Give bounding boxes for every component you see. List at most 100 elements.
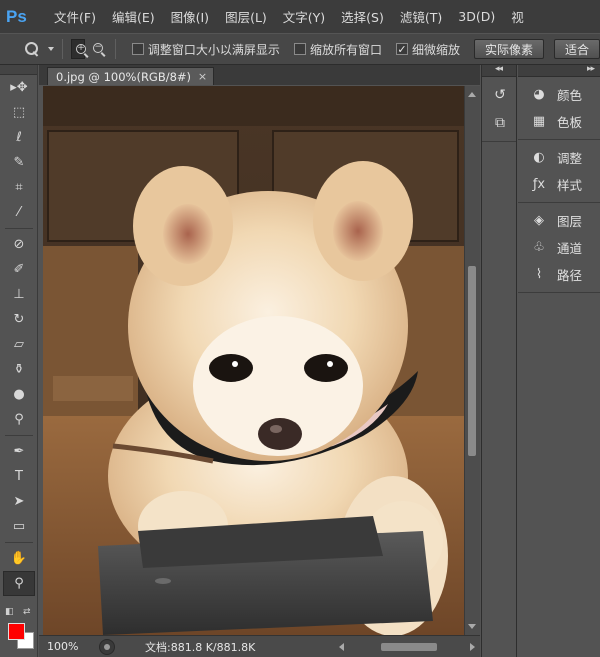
zoom-in-button[interactable]: + (71, 39, 89, 59)
blur-tool-button[interactable]: ● (0, 382, 38, 407)
scroll-left-arrow-icon[interactable] (339, 643, 344, 651)
checkbox-box[interactable] (131, 43, 144, 55)
paint-bucket-tool-button[interactable]: ⚱ (0, 357, 38, 382)
color-swatches: ◧ ⇄ (5, 605, 37, 651)
crop-tool-button[interactable]: ⌗ (0, 175, 38, 200)
scroll-down-arrow-icon[interactable] (468, 624, 476, 629)
hand-tool-icon: ✋ (10, 551, 28, 566)
menu-file[interactable]: 文件(F) (46, 7, 104, 26)
rectangle-tool-button[interactable]: ▭ (0, 514, 38, 539)
panel-label-swatches: 色板 (557, 115, 583, 130)
lasso-tool-icon: ℓ (16, 130, 22, 145)
eraser-tool-button[interactable]: ▱ (0, 332, 38, 357)
paint-bucket-tool-icon: ⚱ (13, 362, 25, 377)
dock-icon-group: ↺ ⧉ (482, 77, 516, 142)
quick-selection-tool-button[interactable]: ✎ (0, 150, 38, 175)
panel-group: ◈ 图层 ♧ 通道 ⌇ 路径 (518, 203, 600, 293)
panel-button-swatches[interactable]: ▦ 色板 (518, 108, 600, 135)
vertical-scrollbar[interactable] (464, 86, 480, 635)
healing-brush-tool-button[interactable]: ⊘ (0, 232, 38, 257)
dock-header[interactable]: ◂◂ (482, 64, 516, 77)
clone-stamp-tool-button[interactable]: ⊥ (0, 282, 38, 307)
type-tool-icon: T (15, 469, 23, 484)
tool-divider (5, 542, 33, 543)
fit-screen-button[interactable]: 适合 (553, 39, 600, 59)
zoom-in-icon-handle (83, 53, 89, 58)
move-tool-icon: ▸✥ (10, 80, 28, 95)
panel-button-styles[interactable]: ƒx 样式 (518, 171, 600, 198)
hand-tool-button[interactable]: ✋ (0, 546, 38, 571)
menu-filter[interactable]: 滤镜(T) (392, 7, 450, 26)
zoom-level-field[interactable]: 100% (47, 639, 95, 655)
adjustments-icon: ◐ (533, 150, 545, 165)
zoom-tool-button[interactable]: ⚲ (3, 571, 35, 596)
close-icon[interactable]: × (198, 70, 207, 83)
default-colors-icon[interactable]: ◧ (5, 607, 14, 617)
menu-image[interactable]: 图像(I) (163, 7, 217, 26)
checkbox-box-checked[interactable]: ✓ (395, 43, 408, 55)
type-tool-button[interactable]: T (0, 464, 38, 489)
path-selection-tool-icon: ➤ (13, 494, 25, 509)
history-brush-tool-icon: ↻ (13, 312, 25, 327)
panel-label-channels: 通道 (557, 241, 583, 256)
menu-3d[interactable]: 3D(D) (450, 9, 503, 24)
eyedropper-tool-button[interactable]: ⁄ (0, 200, 38, 225)
swap-colors-icon[interactable]: ⇄ (23, 607, 31, 617)
panel-group: ◕ 颜色 ▦ 色板 (518, 77, 600, 140)
lasso-tool-button[interactable]: ℓ (0, 125, 38, 150)
photoshop-logo: Ps (6, 6, 27, 26)
panel-groups: ◕ 颜色 ▦ 色板 ◐ 调整 ƒx 样式 ◈ 图层 ♧ 通道 ⌇ 路径 (518, 77, 600, 293)
foreground-color[interactable] (8, 623, 25, 640)
menu-type[interactable]: 文字(Y) (275, 7, 333, 26)
panel-label-paths: 路径 (557, 268, 583, 283)
tools-panel-header[interactable] (0, 65, 37, 75)
panel-button-layers[interactable]: ◈ 图层 (518, 207, 600, 234)
document-tab[interactable]: 0.jpg @ 100%(RGB/8#) × (47, 67, 215, 85)
paths-icon: ⌇ (535, 267, 543, 282)
panel-button-channels[interactable]: ♧ 通道 (518, 234, 600, 261)
eyedropper-tool-icon: ⁄ (17, 205, 21, 220)
panel-button-adjustments[interactable]: ◐ 调整 (518, 144, 600, 171)
swatches-icon: ▦ (532, 114, 546, 129)
panel-label-adjustments: 调整 (557, 151, 583, 166)
menu-view[interactable]: 视 (503, 7, 532, 26)
document-canvas[interactable] (43, 86, 464, 635)
vertical-scroll-thumb[interactable] (468, 266, 476, 456)
dodge-tool-button[interactable]: ⚲ (0, 407, 38, 432)
panel-button-paths[interactable]: ⌇ 路径 (518, 261, 600, 288)
collapse-arrows-icon[interactable]: ◂◂ (495, 64, 503, 74)
resize-windows-checkbox[interactable]: 调整窗口大小以满屏显示 (131, 41, 280, 58)
channels-icon: ♧ (533, 240, 545, 255)
marquee-tool-icon: ⬚ (12, 105, 26, 120)
tool-preset-picker[interactable] (24, 41, 54, 57)
path-selection-tool-button[interactable]: ➤ (0, 489, 38, 514)
panel-button-color[interactable]: ◕ 颜色 (518, 81, 600, 108)
brush-tool-button[interactable]: ✐ (0, 257, 38, 282)
brush-tool-icon: ✐ (13, 262, 25, 277)
dock-header[interactable]: ▸▸ (518, 64, 600, 77)
expand-arrows-icon[interactable]: ▸▸ (587, 64, 595, 74)
history-brush-tool-button[interactable]: ↻ (0, 307, 38, 332)
scrubby-zoom-checkbox[interactable]: ✓ 细微缩放 (395, 41, 460, 58)
panel-group: ◐ 调整 ƒx 样式 (518, 140, 600, 203)
3d-panel-icon[interactable]: ⧉ (482, 109, 518, 137)
marquee-tool-button[interactable]: ⬚ (0, 100, 38, 125)
pen-tool-button[interactable]: ✒ (0, 439, 38, 464)
scroll-right-arrow-icon[interactable] (470, 643, 475, 651)
horizontal-scroll-thumb[interactable] (381, 643, 437, 651)
scroll-up-arrow-icon[interactable] (468, 92, 476, 97)
healing-brush-tool-icon: ⊘ (13, 237, 25, 252)
zoom-all-windows-checkbox[interactable]: 缩放所有窗口 (293, 41, 382, 58)
menu-edit[interactable]: 编辑(E) (104, 7, 163, 26)
checkbox-box[interactable] (293, 43, 306, 55)
dodge-tool-icon: ⚲ (14, 412, 24, 427)
actual-pixels-button[interactable]: 实际像素 (473, 39, 544, 59)
menu-select[interactable]: 选择(S) (333, 7, 392, 26)
menu-layer[interactable]: 图层(L) (217, 7, 275, 26)
status-menu-icon[interactable] (99, 638, 115, 655)
document-tab-bar: 0.jpg @ 100%(RGB/8#) × (39, 65, 480, 85)
horizontal-scrollbar[interactable] (339, 640, 479, 654)
history-panel-icon[interactable]: ↺ (482, 81, 518, 109)
zoom-out-button[interactable]: − (89, 39, 106, 59)
move-tool-button[interactable]: ▸✥ (0, 75, 38, 100)
